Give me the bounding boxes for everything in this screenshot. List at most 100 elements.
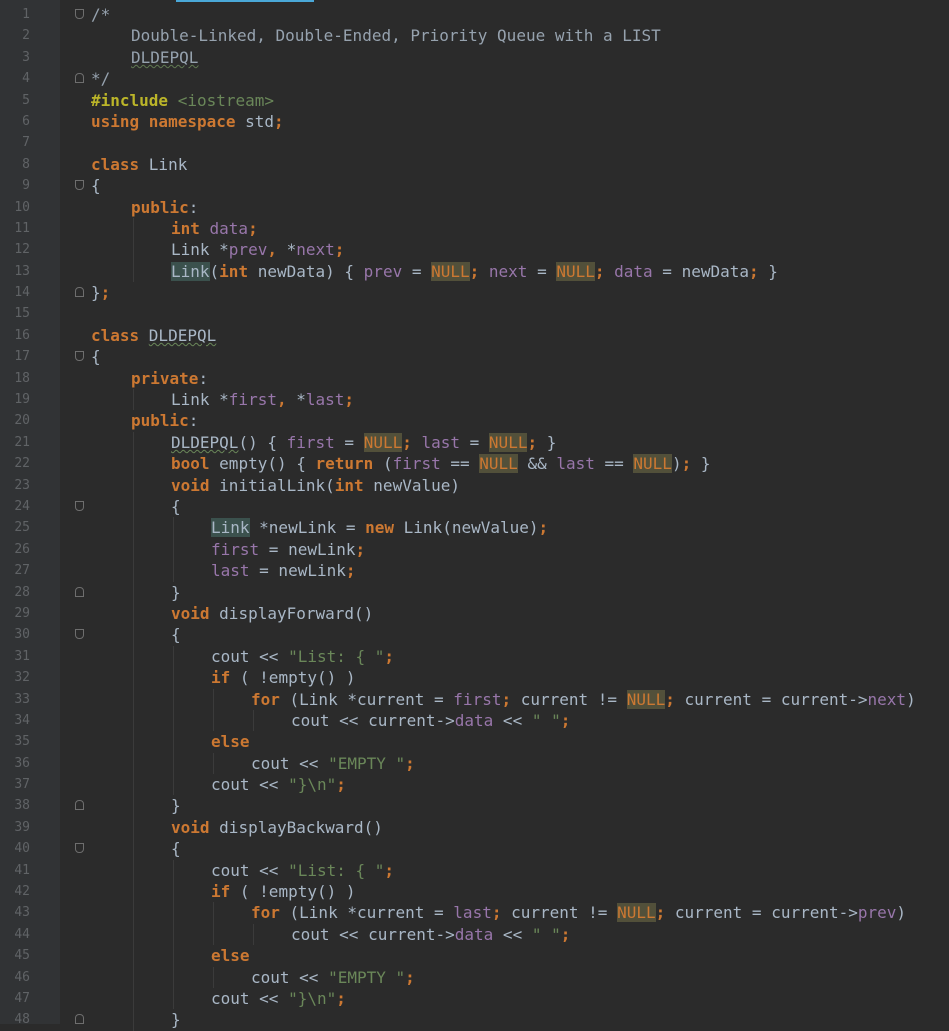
line-number[interactable]: 24 [0, 496, 30, 517]
line-number[interactable]: 15 [0, 303, 30, 324]
code-line[interactable]: 34 cout << current->data << " "; [0, 709, 949, 732]
code-text[interactable]: private: [131, 368, 208, 389]
code-line[interactable]: 45 else [0, 945, 949, 967]
code-lines[interactable]: 1 /* 2 Double-Linked, Double-Ended, Priorit… [0, 4, 949, 1031]
code-line[interactable]: 9{ [0, 175, 949, 196]
line-number[interactable]: 12 [0, 239, 30, 260]
code-text[interactable]: { [91, 175, 101, 196]
code-text[interactable]: if ( !empty() ) [211, 667, 356, 688]
code-line[interactable]: 13 Link(int newData) { prev = NULL; next … [0, 260, 949, 283]
code-text[interactable]: Link *first, *last; [171, 389, 354, 410]
code-line[interactable]: 35 else [0, 731, 949, 753]
code-text[interactable]: cout << "EMPTY "; [251, 753, 415, 774]
code-text[interactable]: Link *prev, *next; [171, 239, 344, 260]
code-line[interactable]: 2 Double-Linked, Double-Ended, Priority Q… [0, 25, 949, 46]
code-line[interactable]: 43 for (Link *current = last; current != … [0, 902, 949, 924]
line-number[interactable]: 2 [0, 25, 30, 46]
line-number[interactable]: 21 [0, 432, 30, 453]
code-text[interactable]: Link *newLink = new Link(newValue); [211, 517, 548, 538]
code-line[interactable]: 20 public: [0, 410, 949, 431]
line-number[interactable]: 37 [0, 774, 30, 795]
code-text[interactable]: } [171, 582, 181, 603]
code-line[interactable]: 23 void initialLink(int newValue) [0, 474, 949, 496]
line-number[interactable]: 35 [0, 731, 30, 752]
fold-collapse-icon[interactable] [75, 629, 84, 640]
line-number[interactable]: 5 [0, 90, 30, 111]
code-line[interactable]: 26 first = newLink; [0, 538, 949, 561]
code-text[interactable]: } [171, 1009, 181, 1030]
code-text[interactable]: else [211, 945, 250, 966]
line-number[interactable]: 17 [0, 346, 30, 367]
code-text[interactable]: cout << current->data << " "; [291, 710, 570, 731]
line-number[interactable]: 9 [0, 175, 30, 196]
code-line[interactable]: 6 using namespace std; [0, 111, 949, 132]
code-line[interactable]: 29 void displayForward() [0, 602, 949, 625]
line-number[interactable]: 43 [0, 902, 30, 923]
line-number[interactable]: 13 [0, 261, 30, 282]
code-text[interactable]: DLDEPQL() { first = NULL; last = NULL; } [171, 432, 556, 453]
code-text[interactable]: class DLDEPQL [91, 325, 216, 346]
line-number[interactable]: 3 [0, 47, 30, 68]
fold-end-icon[interactable] [75, 73, 84, 84]
code-line[interactable]: 41 cout << "List: { "; [0, 859, 949, 882]
code-line[interactable]: 27 last = newLink; [0, 560, 949, 582]
code-text[interactable]: else [211, 731, 250, 752]
code-text[interactable]: cout << "}\n"; [211, 988, 346, 1009]
fold-end-icon[interactable] [75, 586, 84, 597]
code-line[interactable]: 17 { [0, 346, 949, 367]
code-text[interactable]: Link(int newData) { prev = NULL; next = … [171, 261, 778, 282]
code-line[interactable]: 21 DLDEPQL() { first = NULL; last = NULL;… [0, 431, 949, 454]
code-editor[interactable]: 1 /* 2 Double-Linked, Double-Ended, Priorit… [0, 0, 949, 1031]
code-line[interactable]: 38} [0, 795, 949, 817]
code-text[interactable]: void displayBackward() [171, 817, 383, 838]
line-number[interactable]: 19 [0, 389, 30, 410]
line-number[interactable]: 16 [0, 325, 30, 346]
code-line[interactable]: 11 int data; [0, 217, 949, 240]
fold-collapse-icon[interactable] [75, 843, 84, 854]
code-line[interactable]: 1 /* [0, 4, 949, 25]
code-text[interactable]: #include <iostream> [91, 90, 274, 111]
code-line[interactable]: 44 cout << current->data << " "; [0, 923, 949, 946]
code-text[interactable]: if ( !empty() ) [211, 881, 356, 902]
line-number[interactable]: 14 [0, 282, 30, 303]
code-line[interactable]: 48} [0, 1009, 949, 1031]
code-line[interactable]: 39 void displayBackward() [0, 816, 949, 839]
code-text[interactable]: public: [131, 197, 198, 218]
line-number[interactable]: 8 [0, 154, 30, 175]
code-line[interactable]: 24 { [0, 495, 949, 518]
line-number[interactable]: 48 [0, 1009, 30, 1030]
code-text[interactable]: { [171, 838, 181, 859]
line-number[interactable]: 18 [0, 368, 30, 389]
code-text[interactable]: for (Link *current = first; current != N… [251, 689, 916, 710]
code-line[interactable]: 37 cout << "}\n"; [0, 774, 949, 796]
line-number[interactable]: 42 [0, 881, 30, 902]
line-number[interactable]: 38 [0, 795, 30, 816]
code-text[interactable]: cout << "EMPTY "; [251, 967, 415, 988]
fold-collapse-icon[interactable] [75, 9, 84, 19]
code-text[interactable]: cout << current->data << " "; [291, 924, 570, 945]
code-line[interactable]: 30 { [0, 624, 949, 646]
line-number[interactable]: 36 [0, 753, 30, 774]
code-text[interactable]: void displayForward() [171, 603, 373, 624]
code-text[interactable]: Double-Linked, Double-Ended, Priority Qu… [131, 25, 661, 46]
code-line[interactable]: 15 [0, 303, 949, 324]
code-line[interactable]: 31 cout << "List: { "; [0, 645, 949, 668]
code-line[interactable]: 33 for (Link *current = first; current !=… [0, 688, 949, 710]
code-text[interactable]: { [171, 624, 181, 645]
code-text[interactable]: cout << "List: { "; [211, 646, 394, 667]
line-number[interactable]: 39 [0, 817, 30, 838]
line-number[interactable]: 23 [0, 475, 30, 496]
code-line[interactable]: 36 cout << "EMPTY "; [0, 752, 949, 775]
code-text[interactable]: last = newLink; [211, 560, 356, 581]
line-number[interactable]: 34 [0, 710, 30, 731]
line-number[interactable]: 28 [0, 582, 30, 603]
line-number[interactable]: 33 [0, 689, 30, 710]
code-text[interactable]: cout << "List: { "; [211, 860, 394, 881]
code-line[interactable]: 8 class Link [0, 154, 949, 175]
code-text[interactable]: class Link [91, 154, 187, 175]
code-line[interactable]: 18 private: [0, 368, 949, 389]
line-number[interactable]: 20 [0, 410, 30, 431]
fold-collapse-icon[interactable] [75, 351, 84, 362]
code-line[interactable]: 32 if ( !empty() ) [0, 667, 949, 689]
code-line[interactable]: 12 Link *prev, *next; [0, 239, 949, 261]
